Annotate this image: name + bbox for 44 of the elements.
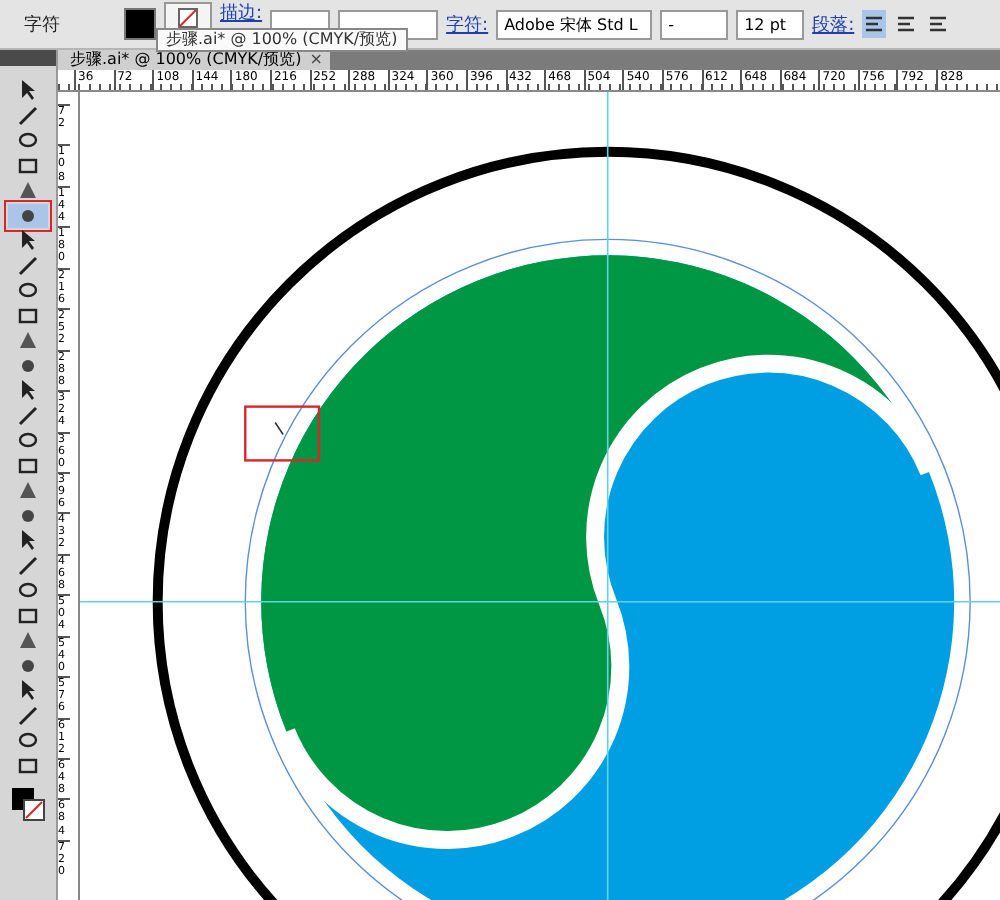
tool-icon [16,178,40,203]
font-style-field[interactable]: - [660,9,729,39]
tool-icon [16,228,40,253]
font-family-field[interactable]: Adobe 宋体 Std L [496,9,653,39]
fill-stroke-icon[interactable] [10,786,46,822]
align-icon [930,16,947,32]
tooltip: 步骤.ai* @ 100% (CMYK/预览) [156,28,408,52]
align-icon [898,16,915,32]
tool-icon [16,528,40,553]
tool-icon [16,428,40,453]
tool-icon [16,603,40,628]
stroke-link[interactable]: 描边: [220,4,263,26]
tool-button[interactable] [8,203,48,228]
close-button[interactable]: × [309,52,323,68]
tool-icon [16,753,40,778]
tool-icon [16,703,40,728]
tool-icon [16,153,40,178]
panel-header [0,50,56,66]
tool-icon [16,453,40,478]
tool-icon [16,678,40,703]
fill-color-swatch[interactable] [124,8,156,40]
paragraph-link[interactable]: 段落: [812,11,855,37]
tool-icon [16,328,40,353]
tool-icon [16,728,40,753]
character-link[interactable]: 字符: [446,11,489,37]
tool-icon [16,403,40,428]
no-stroke-icon [178,8,198,28]
tool-icon [16,478,40,503]
highlight-frame [244,405,321,462]
align-icon [866,16,883,32]
tool-icon [16,378,40,403]
tool-icon [16,253,40,278]
align-button[interactable] [862,10,887,38]
tool-icon [16,303,40,328]
document-tab[interactable]: 步骤.ai* @ 100% (CMYK/预览) × [58,50,331,70]
tool-icon [16,278,40,303]
tool-icon [16,628,40,653]
tool-icon [16,128,40,153]
panel-label: 字符 [24,13,62,37]
tool-icon [16,553,40,578]
tool-icon [16,103,40,128]
tool-icon [16,78,40,103]
font-size-field[interactable]: 12 pt [736,9,805,39]
tool-icon [16,578,40,603]
